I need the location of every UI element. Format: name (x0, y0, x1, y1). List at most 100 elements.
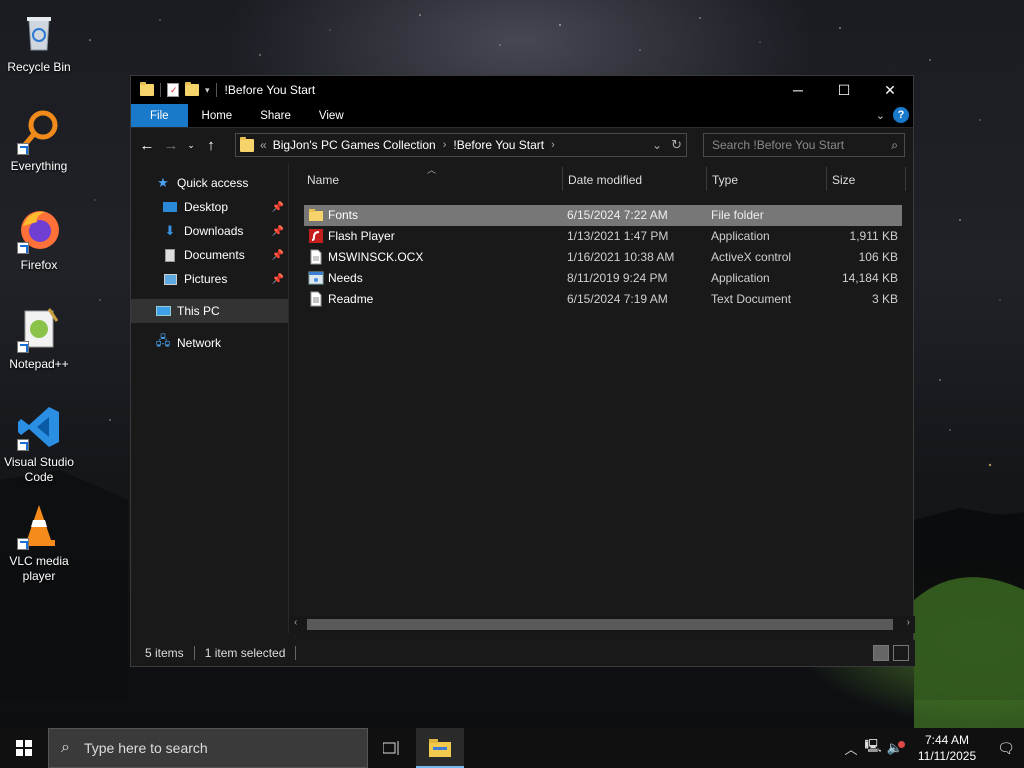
up-button[interactable]: ↑ (201, 133, 221, 157)
clock[interactable]: 7:44 AM 11/11/2025 (912, 732, 982, 764)
shortcut-arrow-icon (17, 143, 29, 155)
nav-item-documents[interactable]: Documents 📌 (131, 243, 288, 267)
desktop-icon-label: Recycle Bin (7, 60, 71, 74)
star-icon: ★ (157, 175, 169, 190)
breadcrumb-separator-icon[interactable]: › (443, 139, 447, 151)
volume-muted-icon[interactable]: 🔈 (884, 740, 906, 756)
nav-quick-access[interactable]: ★ Quick access (131, 171, 288, 195)
new-folder-icon[interactable] (185, 82, 199, 96)
column-header-name[interactable]: Name (307, 163, 339, 197)
file-name: Readme (328, 292, 374, 306)
task-view-button[interactable] (368, 728, 416, 768)
desktop-icon-everything[interactable]: Everything (4, 107, 74, 174)
tab-share[interactable]: Share (246, 104, 305, 127)
vlc-cone-icon (15, 502, 63, 550)
nav-item-downloads[interactable]: ⬇ Downloads 📌 (131, 219, 288, 243)
file-size: 1,911 KB (849, 229, 898, 243)
file-type: Application (711, 229, 770, 243)
scrollbar-thumb[interactable] (307, 619, 893, 630)
forward-button[interactable]: → (161, 133, 181, 157)
breadcrumb-current-folder[interactable]: !Before You Start (453, 138, 544, 152)
file-name: Flash Player (328, 229, 395, 243)
nav-item-pictures[interactable]: Pictures 📌 (131, 267, 288, 291)
large-icons-view-button[interactable] (893, 645, 909, 661)
back-button[interactable]: ← (137, 133, 157, 157)
taskbar-file-explorer[interactable] (416, 728, 464, 768)
address-overflow-chevrons[interactable]: « (260, 138, 267, 152)
customize-toolbar-icon[interactable]: ▾ (205, 85, 210, 96)
network-icon: 🖧 (155, 333, 171, 348)
close-button[interactable]: ✕ (867, 76, 913, 104)
scroll-right-icon[interactable]: › (907, 617, 910, 628)
file-row[interactable]: Flash Player 1/13/2021 1:47 PM Application… (304, 226, 902, 247)
scroll-left-icon[interactable]: ‹ (294, 617, 297, 628)
search-box[interactable]: Search !Before You Start ⌕ (703, 133, 905, 157)
tab-home[interactable]: Home (188, 104, 247, 127)
breadcrumb-separator-icon[interactable]: › (551, 139, 555, 151)
pin-icon[interactable]: 📌 (272, 226, 284, 237)
pin-icon[interactable]: 📌 (272, 202, 284, 213)
address-dropdown-icon[interactable]: ⌄ (652, 138, 662, 152)
file-row[interactable]: MSWINSCK.OCX 1/16/2021 10:38 AM ActiveX co… (304, 247, 902, 268)
refresh-icon[interactable]: ↻ (671, 137, 682, 153)
desktop-icon-recycle-bin[interactable]: Recycle Bin (4, 8, 74, 75)
window-title: !Before You Start (224, 83, 316, 97)
status-selection: 1 item selected (204, 646, 286, 660)
breadcrumb-collection[interactable]: BigJon's PC Games Collection (273, 138, 436, 152)
pin-icon[interactable]: 📌 (272, 274, 284, 285)
file-date-modified: 6/15/2024 7:19 AM (567, 292, 668, 306)
search-icon: ⌕ (61, 739, 70, 756)
horizontal-scrollbar[interactable]: ‹ › (289, 616, 915, 633)
nav-this-pc[interactable]: This PC (131, 299, 288, 323)
computer-icon (155, 303, 171, 319)
nav-label: Quick access (177, 176, 249, 190)
column-header-type[interactable]: Type (712, 163, 738, 197)
system-tray: ︿ 🖳 🔈 7:44 AM 11/11/2025 🗨 (840, 728, 1024, 768)
desktop-icon-firefox[interactable]: Firefox (4, 206, 74, 273)
taskbar-search-box[interactable]: ⌕ Type here to search (48, 728, 368, 768)
nav-label: Desktop (184, 200, 229, 214)
title-bar[interactable]: ✓ ▾ !Before You Start ─ ☐ ✕ (131, 76, 913, 104)
details-view-button[interactable] (873, 645, 889, 661)
status-item-count: 5 items (145, 646, 184, 660)
expand-ribbon-icon[interactable]: ⌄ (876, 109, 885, 122)
help-icon[interactable]: ? (893, 107, 909, 123)
desktop-icon-vlc[interactable]: VLC media player (4, 502, 74, 584)
search-icon[interactable]: ⌕ (891, 138, 898, 153)
pin-icon[interactable]: 📌 (272, 250, 284, 261)
search-placeholder: Search !Before You Start (712, 138, 845, 152)
properties-icon[interactable]: ✓ (167, 83, 179, 97)
recent-locations-button[interactable]: ⌄ (185, 133, 197, 157)
notifications-icon[interactable]: 🗨 (988, 740, 1024, 757)
minimize-button[interactable]: ─ (775, 76, 821, 104)
shortcut-arrow-icon (17, 538, 29, 550)
vscode-icon (15, 403, 63, 451)
column-header-size[interactable]: Size (832, 163, 855, 197)
flash-player-icon (308, 228, 324, 244)
network-status-icon[interactable]: 🖳 (862, 737, 884, 759)
shortcut-arrow-icon (17, 242, 29, 254)
address-bar[interactable]: « BigJon's PC Games Collection › !Before… (235, 133, 687, 157)
file-size: 3 KB (871, 292, 898, 306)
nav-network[interactable]: 🖧 Network (131, 331, 288, 355)
show-hidden-icons-chevron-icon[interactable]: ︿ (840, 739, 862, 758)
desktop-icon-vscode[interactable]: Visual Studio Code (4, 403, 74, 485)
file-size: 106 KB (858, 250, 898, 264)
folder-icon (308, 207, 324, 223)
maximize-button[interactable]: ☐ (821, 76, 867, 104)
file-row[interactable]: Needs 8/11/2019 9:24 PM Application 14,184 … (304, 268, 902, 289)
tab-view[interactable]: View (305, 104, 358, 127)
text-document-icon (308, 291, 324, 307)
file-row[interactable]: Readme 6/15/2024 7:19 AM Text Document 3 KB (304, 289, 902, 310)
file-row[interactable]: Fonts 6/15/2024 7:22 AM File folder (304, 205, 902, 226)
shortcut-arrow-icon (17, 439, 29, 451)
file-size: 14,184 KB (841, 271, 898, 285)
nav-label: This PC (177, 304, 220, 318)
tab-file[interactable]: File (131, 104, 188, 127)
column-header-date-modified[interactable]: Date modified (568, 163, 642, 197)
desktop-icon-notepad-plus-plus[interactable]: Notepad++ (4, 305, 74, 372)
nav-item-desktop[interactable]: Desktop 📌 (131, 195, 288, 219)
start-button[interactable] (0, 728, 48, 768)
file-name: MSWINSCK.OCX (328, 250, 424, 264)
file-type: Text Document (711, 292, 792, 306)
